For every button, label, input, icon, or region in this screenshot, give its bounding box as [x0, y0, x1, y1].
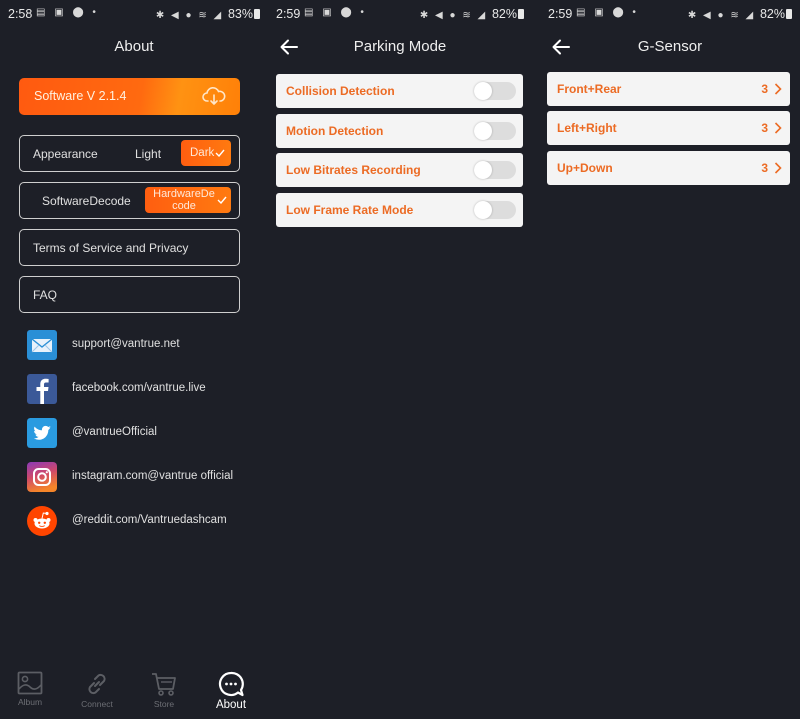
email-icon [27, 330, 57, 360]
faq-label: FAQ [33, 288, 58, 302]
decode-selector: SoftwareDecode HardwareDe code [19, 182, 240, 219]
status-time: 2:58 [8, 7, 33, 21]
tab-label: About [215, 699, 247, 711]
tab-connect[interactable]: Connect [72, 671, 122, 709]
status-bar: 2:58 ▤ ▣ ⬤ • ✱ ◀ ● ≋ ◢ 83% [0, 6, 268, 24]
collision-detection-toggle[interactable] [474, 82, 516, 100]
status-bar: 2:59 ▤ ▣ ⬤ • ✱ ◀ ● ≋ ◢ 82% [268, 6, 532, 24]
instagram-icon [27, 462, 57, 492]
status-time: 2:59 [548, 7, 573, 21]
contact-reddit[interactable]: @reddit.com/Vantruedashcam [27, 506, 257, 536]
battery-icon [786, 9, 792, 19]
tab-album[interactable]: Album [5, 671, 55, 707]
chevron-right-icon [774, 122, 782, 134]
about-screen: 2:58 ▤ ▣ ⬤ • ✱ ◀ ● ≋ ◢ 83% About Softwar… [0, 0, 268, 719]
system-icons: ✱ ◀ ● ≋ ◢ 82% [420, 7, 524, 21]
setting-label: Motion Detection [286, 124, 384, 138]
system-icons: ✱ ◀ ● ≋ ◢ 83% [156, 7, 260, 21]
back-arrow-icon[interactable] [278, 36, 300, 58]
notification-icons: ▤ ▣ ⬤ • [576, 7, 639, 18]
low-frame-rate-mode-toggle[interactable] [474, 201, 516, 219]
tab-label: Connect [81, 699, 113, 709]
hardware-decode-label-line1: HardwareDe [153, 188, 215, 200]
faq-link[interactable]: FAQ [19, 276, 240, 313]
setting-label: Low Bitrates Recording [286, 163, 421, 177]
facebook-icon [27, 374, 57, 404]
axis-label: Up+Down [557, 161, 613, 175]
back-arrow-icon[interactable] [550, 36, 572, 58]
battery-percent: 82% [759, 7, 785, 21]
notification-icons: ▤ ▣ ⬤ • [36, 7, 99, 18]
low-bitrates-recording-toggle[interactable] [474, 161, 516, 179]
terms-label: Terms of Service and Privacy [33, 241, 189, 255]
software-decode-option[interactable]: SoftwareDecode [42, 194, 131, 208]
contact-text: @vantrueOfficial [72, 426, 157, 438]
system-icons: ✱ ◀ ● ≋ ◢ 82% [688, 7, 792, 21]
header: Parking Mode [268, 38, 532, 60]
page-title: Parking Mode [353, 38, 447, 55]
link-icon [88, 673, 106, 695]
status-bar: 2:59 ▤ ▣ ⬤ • ✱ ◀ ● ≋ ◢ 82% [540, 6, 800, 24]
setting-row-motion-detection: Motion Detection [276, 114, 523, 148]
setting-label: Collision Detection [286, 84, 395, 98]
cloud-download-icon [202, 87, 226, 105]
axis-label: Left+Right [557, 121, 617, 135]
hardware-decode-label-line2: code [172, 200, 196, 212]
gsensor-row-left-right[interactable]: Left+Right 3 [547, 111, 790, 145]
appearance-light-option[interactable]: Light [135, 147, 161, 161]
g-sensor-screen: 2:59 ▤ ▣ ⬤ • ✱ ◀ ● ≋ ◢ 82% G-Sensor Fron… [540, 0, 800, 719]
tab-label: Store [153, 699, 175, 709]
appearance-dark-option[interactable]: Dark [181, 140, 231, 166]
appearance-selector: Appearance Light Dark [19, 135, 240, 172]
check-icon [217, 196, 227, 204]
tab-about[interactable]: About [206, 671, 256, 711]
contact-text: support@vantrue.net [72, 338, 180, 350]
dark-option-label: Dark [190, 147, 215, 159]
contact-email[interactable]: support@vantrue.net [27, 330, 257, 360]
axis-value: 3 [761, 161, 768, 175]
cart-icon [152, 673, 176, 696]
hardware-decode-option[interactable]: HardwareDe code [145, 187, 231, 213]
chat-bubble-icon [218, 671, 244, 697]
setting-row-low-bitrates-recording: Low Bitrates Recording [276, 153, 523, 187]
bottom-tab-bar: Album Connect Store About [0, 659, 268, 719]
motion-detection-toggle[interactable] [474, 122, 516, 140]
software-update-button[interactable]: Software V 2.1.4 [19, 78, 240, 115]
reddit-icon [27, 506, 57, 536]
contact-text: instagram.com@vantrue official [72, 470, 234, 482]
contact-text: @reddit.com/Vantruedashcam [72, 514, 227, 526]
tab-store[interactable]: Store [139, 671, 189, 709]
header: G-Sensor [540, 38, 800, 60]
contact-text: facebook.com/vantrue.live [72, 382, 206, 394]
axis-value: 3 [761, 82, 768, 96]
status-time: 2:59 [276, 7, 301, 21]
contact-twitter[interactable]: @vantrueOfficial [27, 418, 257, 448]
page-title: G-Sensor [637, 38, 703, 55]
twitter-icon [27, 418, 57, 448]
parking-mode-screen: 2:59 ▤ ▣ ⬤ • ✱ ◀ ● ≋ ◢ 82% Parking Mode … [268, 0, 532, 719]
tab-label: Album [17, 697, 43, 707]
setting-row-collision-detection: Collision Detection [276, 74, 523, 108]
contact-facebook[interactable]: facebook.com/vantrue.live [27, 374, 257, 404]
software-version-label: Software V 2.1.4 [34, 89, 127, 103]
contact-instagram[interactable]: instagram.com@vantrue official [27, 462, 257, 492]
axis-label: Front+Rear [557, 82, 622, 96]
notification-icons: ▤ ▣ ⬤ • [304, 7, 367, 18]
image-icon [17, 671, 43, 695]
page-title: About [114, 38, 154, 55]
gsensor-row-front-rear[interactable]: Front+Rear 3 [547, 72, 790, 106]
chevron-right-icon [774, 162, 782, 174]
battery-percent: 82% [491, 7, 517, 21]
setting-row-low-frame-rate-mode: Low Frame Rate Mode [276, 193, 523, 227]
terms-of-service-link[interactable]: Terms of Service and Privacy [19, 229, 240, 266]
chevron-right-icon [774, 83, 782, 95]
appearance-label: Appearance [33, 147, 98, 161]
setting-label: Low Frame Rate Mode [286, 203, 414, 217]
battery-icon [254, 9, 260, 19]
check-icon [215, 149, 225, 157]
battery-percent: 83% [227, 7, 253, 21]
axis-value: 3 [761, 121, 768, 135]
battery-icon [518, 9, 524, 19]
gsensor-row-up-down[interactable]: Up+Down 3 [547, 151, 790, 185]
